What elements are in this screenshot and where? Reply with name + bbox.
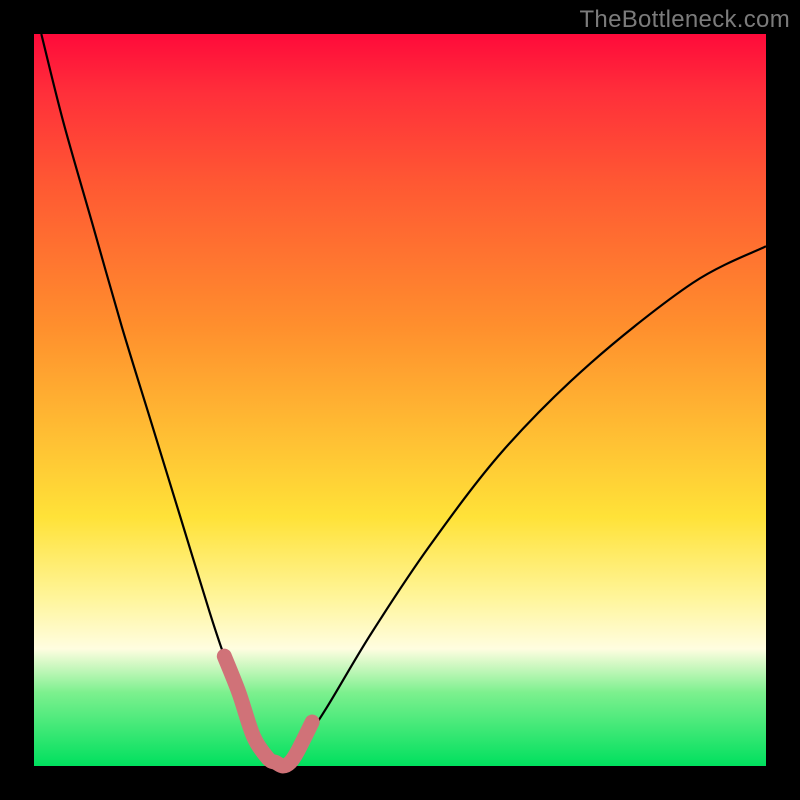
chart-area <box>34 34 766 766</box>
watermark-text: TheBottleneck.com <box>579 6 790 34</box>
optimal-range-highlight <box>224 656 312 766</box>
chart-svg <box>34 34 766 766</box>
bottleneck-curve <box>41 34 766 766</box>
